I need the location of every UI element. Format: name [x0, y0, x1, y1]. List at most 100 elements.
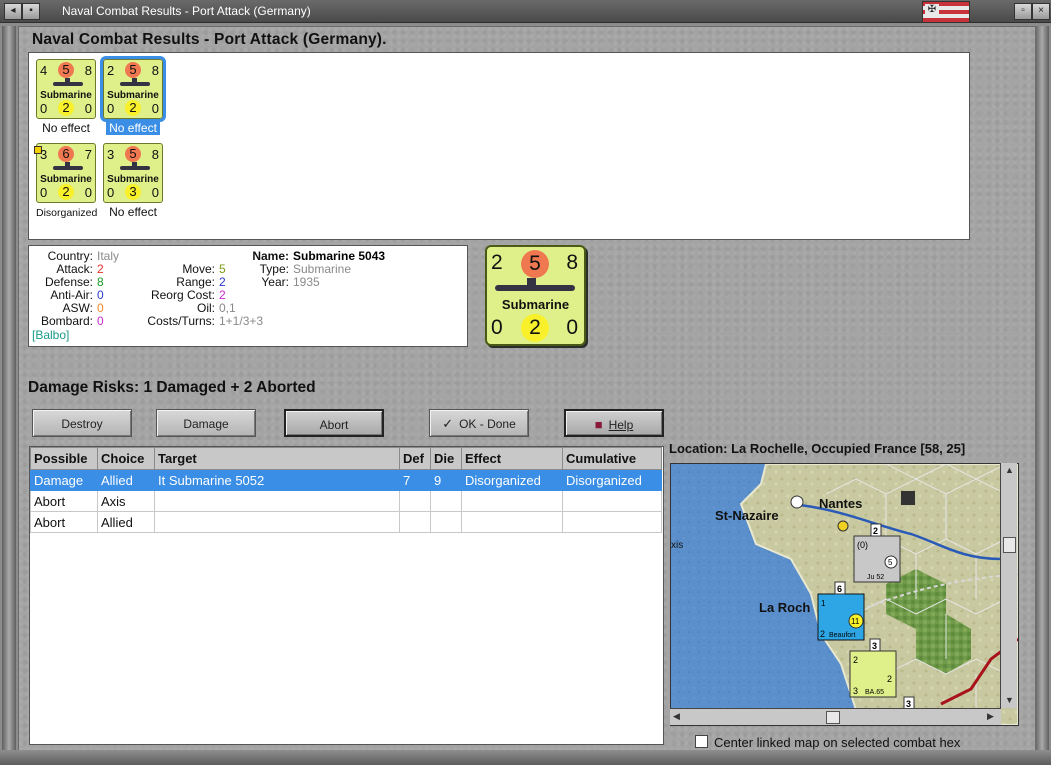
bombard-value: 0 [151, 101, 159, 116]
submarine-icon [495, 278, 575, 291]
help-book-icon: ■ [594, 417, 603, 432]
unit-status: No effect [106, 121, 160, 135]
antiair-label: Anti-Air: [50, 288, 93, 302]
unit-counter-face[interactable]: 3 6 7 Submarine 0 2 0 [34, 143, 96, 203]
col-effect[interactable]: Effect [461, 447, 563, 470]
cell-possible: Abort [30, 490, 98, 512]
close-button[interactable]: × [1032, 3, 1050, 20]
cell-target [154, 511, 400, 533]
ju52-name: Ju 52 [867, 574, 884, 581]
cell-target [154, 490, 400, 512]
col-die[interactable]: Die [430, 447, 462, 470]
center-map-checkbox[interactable]: Center linked map on selected combat hex [695, 735, 960, 750]
move-value: 8 [151, 63, 159, 78]
table-row[interactable]: Damage Allied It Submarine 5052 7 9 Diso… [30, 469, 662, 491]
antiair-info-value: 0 [97, 288, 104, 302]
minimize-button[interactable]: ▪ [22, 3, 40, 20]
port-icon [790, 495, 804, 509]
asw-value: 2 [58, 100, 74, 116]
aa-value: 0 [107, 101, 115, 116]
asw-info-value: 0 [97, 301, 104, 315]
map-vscroll-thumb[interactable] [1003, 537, 1016, 553]
unit-counter-face[interactable]: 4 5 8 Submarine 0 2 0 [36, 59, 96, 119]
unit-counter-4[interactable]: 3 5 8 Submarine 0 3 0 No effect [100, 143, 166, 221]
mini-map[interactable]: Nantes St-Nazaire La Roch xis (0) 5 Ju 5… [670, 463, 1019, 726]
unit-counter-3[interactable]: 3 6 7 Submarine 0 2 0 Disorganized [33, 143, 99, 221]
attack-value: 2 [491, 251, 503, 274]
cell-cumulative [562, 511, 662, 533]
col-cumulative[interactable]: Cumulative [562, 447, 662, 470]
cell-effect: Disorganized [461, 469, 563, 491]
cell-def [399, 490, 431, 512]
scroll-right-arrow-icon[interactable]: ▶ [987, 711, 994, 722]
cell-effect [461, 490, 563, 512]
cell-cumulative [562, 490, 662, 512]
defense-value: 5 [125, 146, 141, 162]
checkmark-icon: ✓ [442, 416, 454, 431]
table-row[interactable]: Abort Allied [30, 511, 662, 533]
costs-turns-label: Costs/Turns: [147, 314, 215, 328]
move-value: 8 [84, 63, 92, 78]
cell-choice: Axis [97, 490, 155, 512]
cell-def: 7 [399, 469, 431, 491]
country-label: Country: [47, 249, 93, 263]
unit-counter-face[interactable]: 3 5 8 Submarine 0 3 0 [103, 143, 163, 203]
attack-value: 4 [40, 63, 48, 78]
unit-counter-1[interactable]: 4 5 8 Submarine 0 2 0 No effect [33, 59, 99, 137]
reorg-cost-label: Reorg Cost: [150, 288, 215, 302]
bombard-value: 0 [84, 185, 92, 200]
location-label: Location: La Rochelle, Occupied France [… [669, 441, 966, 456]
col-choice[interactable]: Choice [97, 447, 155, 470]
unit-counter-face[interactable]: 2 5 8 Submarine 0 2 0 [100, 56, 166, 122]
germany-flag-icon: ✠ [922, 1, 970, 23]
city-label-nantes: Nantes [819, 496, 862, 511]
unit-status: No effect [42, 121, 90, 135]
help-button[interactable]: ■ Help [564, 409, 664, 437]
damage-button[interactable]: Damage [156, 409, 256, 437]
bombard-info-value: 0 [97, 314, 104, 328]
cell-target: It Submarine 5052 [154, 469, 400, 491]
table-row[interactable]: Abort Axis [30, 490, 662, 512]
submarine-icon [120, 78, 150, 86]
map-hscroll-thumb[interactable] [826, 711, 840, 724]
checkbox-box[interactable] [695, 735, 708, 748]
submarine-icon [53, 162, 83, 170]
unit-status: No effect [109, 205, 157, 219]
scroll-up-arrow-icon[interactable]: ▲ [1005, 465, 1014, 475]
right-frame-rail [1035, 26, 1049, 750]
move-value: 8 [566, 251, 578, 274]
destroy-button[interactable]: Destroy [32, 409, 132, 437]
cell-def [399, 511, 431, 533]
abort-button[interactable]: Abort [284, 409, 384, 437]
defense-value: 5 [521, 250, 549, 278]
scroll-down-arrow-icon[interactable]: ▼ [1005, 695, 1014, 705]
cell-die [430, 490, 462, 512]
attack-value: 2 [107, 63, 115, 78]
map-vertical-scrollbar[interactable]: ▲ ▼ [1000, 463, 1017, 708]
scroll-left-arrow-icon[interactable]: ◀ [673, 711, 680, 722]
stack-count: 3 [872, 641, 877, 651]
table-header-row: Possible Choice Target Def Die Effect Cu… [30, 447, 662, 470]
asw-label: ASW: [62, 301, 93, 315]
col-target[interactable]: Target [154, 447, 400, 470]
reorg-cost-value: 2 [219, 288, 226, 302]
defense-value: 6 [58, 146, 74, 162]
map-horizontal-scrollbar[interactable]: ◀ ▶ [670, 708, 1001, 725]
unit-counter-2[interactable]: 2 5 8 Submarine 0 2 0 No effect [100, 56, 166, 137]
left-frame-rail [2, 26, 16, 750]
col-def[interactable]: Def [399, 447, 431, 470]
city-label-st-nazaire: St-Nazaire [715, 508, 779, 523]
ok-done-button[interactable]: ✓ OK - Done [429, 409, 529, 437]
system-menu-button[interactable]: ◂ [4, 3, 22, 20]
cell-choice: Allied [97, 469, 155, 491]
cell-possible: Damage [30, 469, 98, 491]
attack-label: Attack: [56, 262, 93, 276]
submarine-icon [120, 162, 150, 170]
range-label: Range: [176, 275, 215, 289]
maximize-button[interactable]: ▫ [1014, 3, 1032, 20]
cell-possible: Abort [30, 511, 98, 533]
col-possible[interactable]: Possible [30, 447, 98, 470]
ok-done-label: OK - Done [459, 417, 516, 431]
move-label: Move: [182, 262, 215, 276]
beaufort-value: 1 [821, 599, 826, 608]
